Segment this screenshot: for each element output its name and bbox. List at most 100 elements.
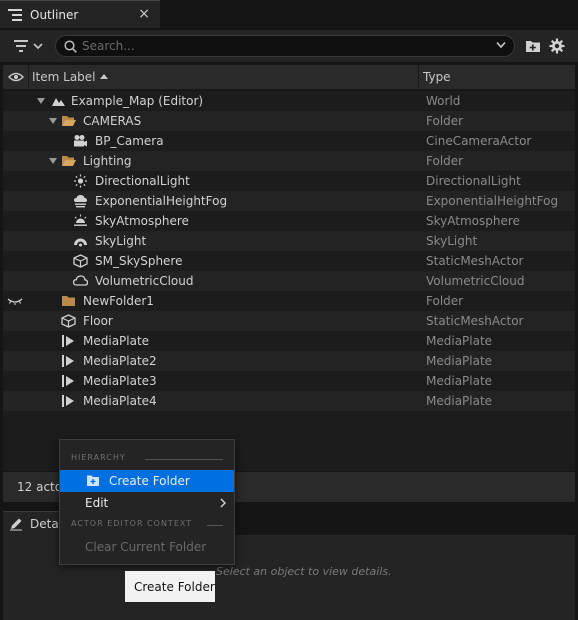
row-type: Folder xyxy=(426,154,464,168)
tooltip-text: Create Folder xyxy=(134,580,215,594)
new-folder-button[interactable] xyxy=(524,37,542,55)
row-type: World xyxy=(426,94,461,108)
sky-atmosphere-icon xyxy=(74,214,87,226)
tree-row[interactable]: SkyLight SkyLight xyxy=(3,231,575,251)
camera-icon xyxy=(74,135,87,147)
gear-icon xyxy=(549,38,565,54)
row-type: MediaPlate xyxy=(426,354,493,368)
row-label: Example_Map (Editor) xyxy=(71,94,204,108)
folder-open-icon xyxy=(62,116,76,126)
media-plate-icon xyxy=(62,375,74,387)
close-icon[interactable]: × xyxy=(138,6,150,22)
tree-row[interactable]: MediaPlate2 MediaPlate xyxy=(3,351,575,371)
sort-ascending-icon xyxy=(100,74,108,79)
column-divider xyxy=(28,65,29,90)
tree-row[interactable]: CAMERAS Folder xyxy=(3,111,575,131)
menu-item-label: Clear Current Folder xyxy=(85,540,207,554)
row-type: SkyAtmosphere xyxy=(426,214,520,228)
outliner-icon xyxy=(8,8,22,21)
expand-arrow-icon[interactable] xyxy=(49,158,57,164)
row-type: Folder xyxy=(426,114,464,128)
tree-row[interactable]: ExponentialHeightFog ExponentialHeightFo… xyxy=(3,191,575,211)
search-icon xyxy=(64,40,77,53)
menu-divider xyxy=(145,459,223,460)
tree-row[interactable]: SkyAtmosphere SkyAtmosphere xyxy=(3,211,575,231)
expand-arrow-icon[interactable] xyxy=(49,118,57,124)
chevron-down-icon[interactable] xyxy=(496,41,506,49)
row-type: StaticMeshActor xyxy=(426,314,524,328)
menu-item-label: Create Folder xyxy=(109,474,190,488)
menu-section-label: ACTOR EDITOR CONTEXT xyxy=(71,519,193,528)
fog-icon xyxy=(74,195,87,208)
row-label: SM_SkySphere xyxy=(95,254,183,268)
tree-row[interactable]: MediaPlate3 MediaPlate xyxy=(3,371,575,391)
menu-item-edit[interactable]: Edit xyxy=(60,492,234,514)
context-menu: HIERARCHY Create Folder Edit ACTOR EDITO… xyxy=(59,439,235,565)
sun-icon xyxy=(74,174,87,188)
row-label: ExponentialHeightFog xyxy=(95,194,228,208)
row-label: SkyLight xyxy=(95,234,147,248)
menu-item-clear-current-folder: Clear Current Folder xyxy=(60,536,234,558)
eye-icon[interactable] xyxy=(8,72,24,82)
row-type: StaticMeshActor xyxy=(426,254,524,268)
tree-row[interactable]: VolumetricCloud VolumetricCloud xyxy=(3,271,575,291)
chevron-right-icon xyxy=(220,498,226,508)
row-label: DirectionalLight xyxy=(95,174,190,188)
row-label: BP_Camera xyxy=(95,134,164,148)
tooltip: Create Folder xyxy=(124,570,216,603)
settings-button[interactable] xyxy=(548,37,566,55)
row-label: MediaPlate4 xyxy=(83,394,157,408)
pencil-icon xyxy=(10,518,22,531)
row-type: MediaPlate xyxy=(426,334,493,348)
tree-row[interactable]: MediaPlate MediaPlate xyxy=(3,331,575,351)
map-icon xyxy=(52,98,65,106)
menu-section-label: HIERARCHY xyxy=(71,453,126,462)
row-label: MediaPlate2 xyxy=(83,354,157,368)
menu-item-create-folder[interactable]: Create Folder xyxy=(60,470,234,492)
folder-open-icon xyxy=(62,156,76,166)
column-type[interactable]: Type xyxy=(423,70,451,84)
filter-button[interactable] xyxy=(12,38,46,54)
tree-row[interactable]: BP_Camera CineCameraActor xyxy=(3,131,575,151)
tree-row[interactable]: DirectionalLight DirectionalLight xyxy=(3,171,575,191)
tree-row[interactable]: Floor StaticMeshActor xyxy=(3,311,575,331)
menu-divider xyxy=(207,525,223,526)
tree-row[interactable]: Example_Map (Editor) World xyxy=(3,91,575,111)
row-label: VolumetricCloud xyxy=(95,274,194,288)
hidden-eye-icon[interactable] xyxy=(7,296,23,306)
menu-section-hierarchy: HIERARCHY xyxy=(71,453,225,465)
row-label: CAMERAS xyxy=(83,114,142,128)
tree-row[interactable]: Lighting Folder xyxy=(3,151,575,171)
outliner-toolbar xyxy=(0,30,578,62)
row-label: Lighting xyxy=(83,154,132,168)
row-label: NewFolder1 xyxy=(83,294,154,308)
row-type: MediaPlate xyxy=(426,374,493,388)
outliner-tree: Example_Map (Editor) World CAMERAS Folde… xyxy=(3,91,575,411)
search-input[interactable] xyxy=(82,38,482,54)
tree-row[interactable]: NewFolder1 Folder xyxy=(3,291,575,311)
row-type: SkyLight xyxy=(426,234,478,248)
static-mesh-icon xyxy=(73,254,88,268)
tab-title: Outliner xyxy=(30,7,79,22)
new-folder-icon xyxy=(87,475,99,486)
details-hint: Select an object to view details. xyxy=(216,565,392,578)
row-type: Folder xyxy=(426,294,464,308)
actor-count: 12 acto xyxy=(17,480,63,494)
column-item-label[interactable]: Item Label xyxy=(32,70,96,84)
row-type: CineCameraActor xyxy=(426,134,532,148)
media-plate-icon xyxy=(62,335,74,347)
row-type: DirectionalLight xyxy=(426,174,521,188)
cloud-icon xyxy=(73,275,88,286)
row-label: Floor xyxy=(83,314,113,328)
media-plate-icon xyxy=(62,395,74,407)
menu-item-label: Edit xyxy=(85,496,109,510)
tree-row[interactable]: MediaPlate4 MediaPlate xyxy=(3,391,575,411)
tree-row[interactable]: SM_SkySphere StaticMeshActor xyxy=(3,251,575,271)
search-box[interactable] xyxy=(55,35,515,57)
tab-outliner[interactable]: Outliner × xyxy=(0,0,160,28)
skylight-icon xyxy=(74,238,87,247)
menu-section-actor-editor: ACTOR EDITOR CONTEXT xyxy=(71,519,225,531)
expand-arrow-icon[interactable] xyxy=(37,98,45,104)
row-type: VolumetricCloud xyxy=(426,274,525,288)
column-divider[interactable] xyxy=(418,65,419,90)
